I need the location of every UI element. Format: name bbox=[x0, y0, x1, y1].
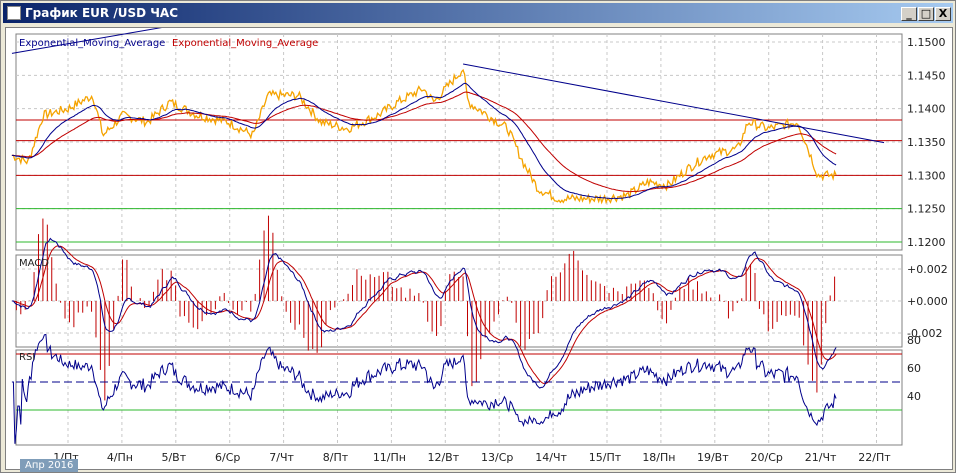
maximize-button[interactable]: □ bbox=[918, 7, 934, 21]
rsi-tick-label: 80 bbox=[907, 334, 921, 347]
x-tick-label: 13/Ср bbox=[481, 451, 513, 464]
price-tick-label: 1.1500 bbox=[907, 36, 946, 49]
x-tick-label: 12/Вт bbox=[427, 451, 459, 464]
chart-icon bbox=[7, 6, 21, 20]
legend-ema-fast: Exponential_Moving_Average bbox=[19, 38, 165, 49]
rsi-line bbox=[11, 333, 837, 444]
x-tick-label: 7/Чт bbox=[269, 451, 294, 464]
x-tick-label: 4/Пн bbox=[107, 451, 133, 464]
price-tick-label: 1.1450 bbox=[907, 69, 946, 82]
period-label: Апр 2016 bbox=[20, 459, 79, 472]
x-tick-label: 21/Чт bbox=[805, 451, 837, 464]
x-tick-label: 11/Пн bbox=[373, 451, 406, 464]
x-tick-label: 18/Пн bbox=[642, 451, 675, 464]
title-bar: График EUR /USD ЧАС _ □ X bbox=[3, 3, 953, 23]
x-tick-label: 22/Пт bbox=[858, 451, 891, 464]
x-tick-label: 14/Чт bbox=[535, 451, 567, 464]
x-tick-label: 19/Вт bbox=[697, 451, 729, 464]
chart-window: График EUR /USD ЧАС _ □ X 1/Пт 4/Пн 5/Вт 6/… bbox=[0, 0, 956, 473]
x-tick-label: 8/Пт bbox=[323, 451, 349, 464]
macd-tick-label: +0.000 bbox=[907, 295, 948, 308]
macd-tick-label: +0.002 bbox=[907, 263, 948, 276]
chart-area[interactable]: 1/Пт 4/Пн 5/Вт 6/Ср 7/Чт 8/Пт 11/Пн 12/Вт 13/Ср 1… bbox=[5, 27, 953, 472]
price-tick-label: 1.1350 bbox=[907, 136, 946, 149]
price-line bbox=[11, 68, 837, 205]
price-tick-label: 1.1400 bbox=[907, 103, 946, 116]
window-title: График EUR /USD ЧАС bbox=[25, 6, 179, 20]
price-tick-label: 1.1250 bbox=[907, 203, 946, 216]
minimize-button[interactable]: _ bbox=[901, 7, 917, 21]
x-tick-label: 6/Ср bbox=[215, 451, 240, 464]
price-tick-label: 1.1300 bbox=[907, 169, 946, 182]
x-tick-label: 15/Пт bbox=[589, 451, 622, 464]
x-tick-label: 5/Вт bbox=[161, 451, 186, 464]
macd-signal-line bbox=[11, 245, 837, 385]
chart-canvas[interactable]: 1/Пт 4/Пн 5/Вт 6/Ср 7/Чт 8/Пт 11/Пн 12/Вт 13/Ср 1… bbox=[6, 28, 952, 469]
rsi-label: RSI bbox=[19, 352, 35, 363]
x-tick-label: 20/Ср bbox=[751, 451, 783, 464]
close-button[interactable]: X bbox=[935, 7, 951, 21]
legend-ema-slow: Exponential_Moving_Average bbox=[172, 38, 318, 49]
price-tick-label: 1.1200 bbox=[907, 236, 946, 249]
rsi-tick-label: 40 bbox=[907, 390, 921, 403]
rsi-tick-label: 60 bbox=[907, 362, 921, 375]
macd-label: MACD bbox=[19, 258, 49, 269]
